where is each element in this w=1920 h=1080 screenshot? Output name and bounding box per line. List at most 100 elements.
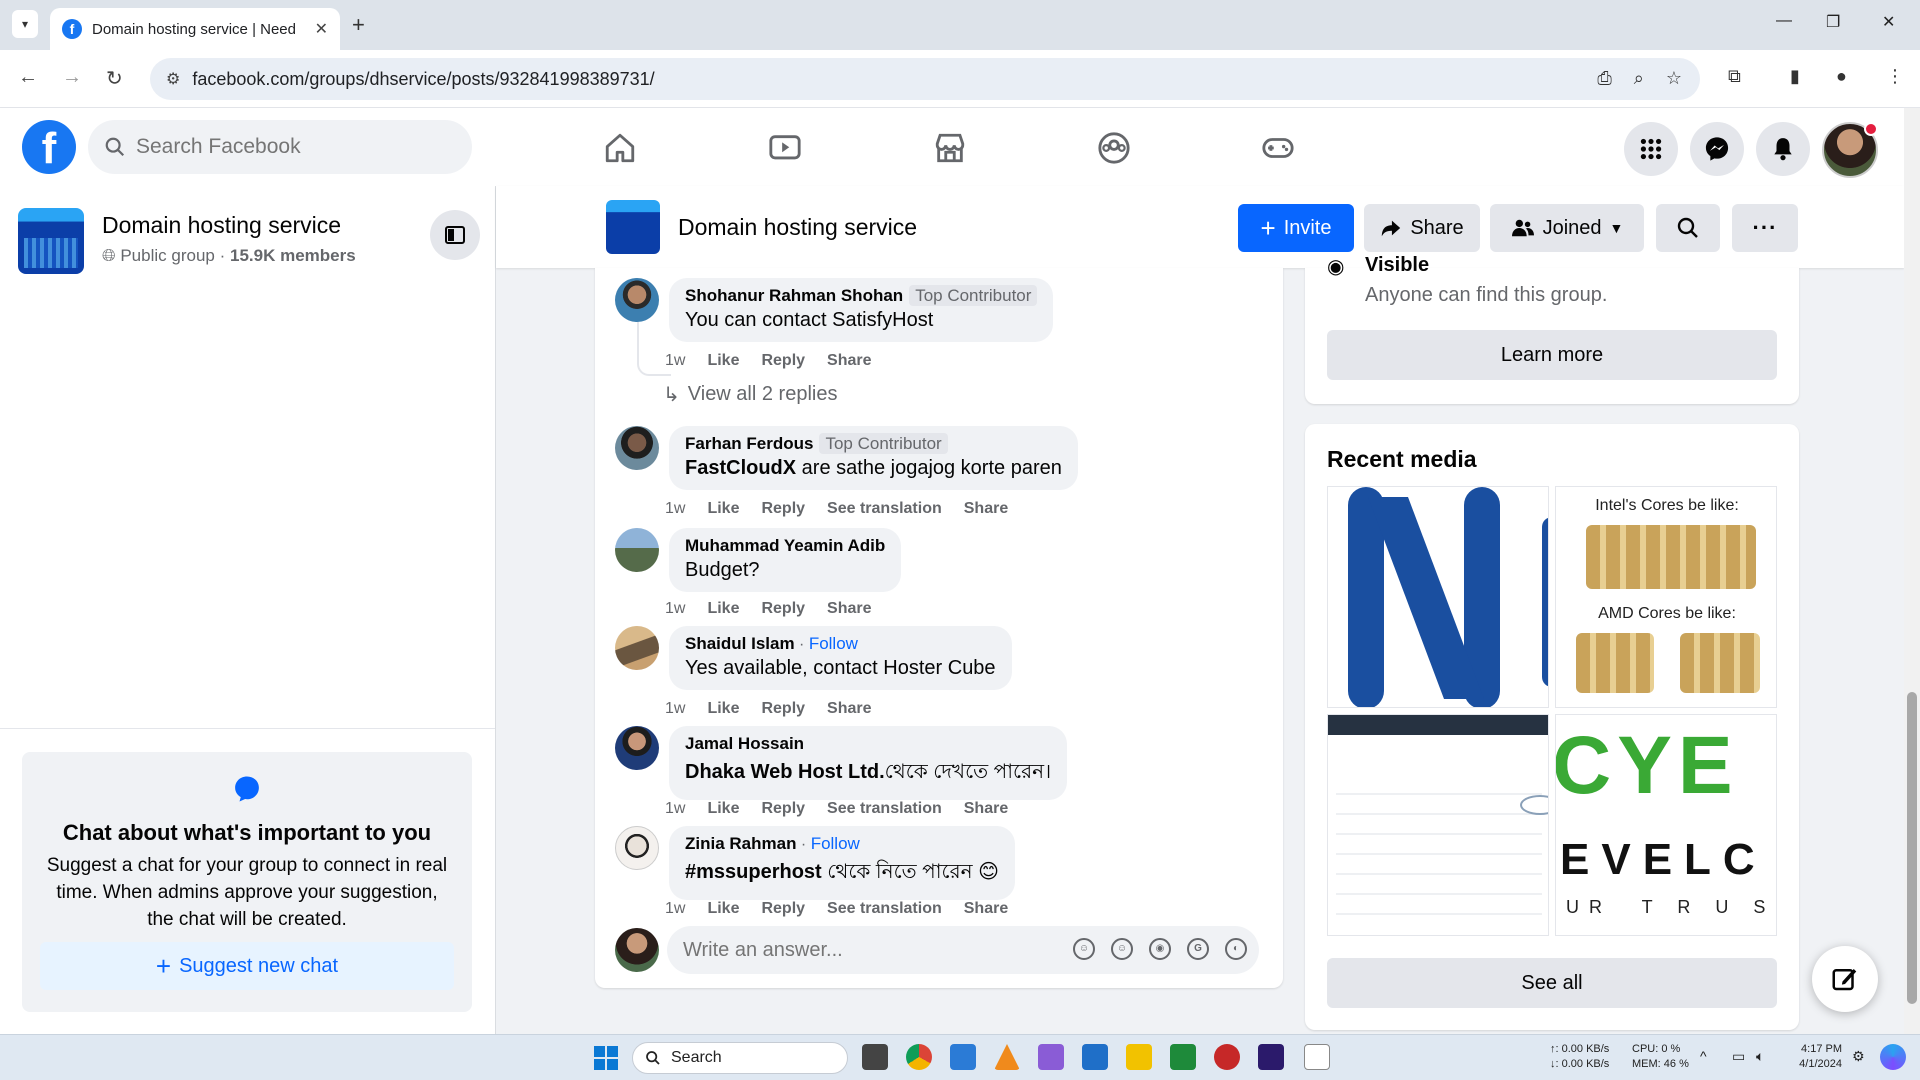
current-user-avatar[interactable] [615,928,659,972]
clock-date[interactable]: 4/1/2024 [1786,1057,1842,1072]
reply-button[interactable]: Reply [761,800,805,818]
vscode-icon[interactable] [950,1044,976,1070]
browser-menu-icon[interactable]: ⋮ [1886,66,1904,87]
notifications-bell-icon[interactable] [1756,122,1810,176]
reply-button[interactable]: Reply [761,700,805,718]
view-replies-link[interactable]: ↳ View all 2 replies [663,382,837,407]
reply-button[interactable]: Reply [761,352,805,370]
write-answer-box[interactable]: ☺ ☺ ◉ G ◐ [667,926,1259,974]
back-icon[interactable]: ← [18,66,38,89]
group-members[interactable]: 15.9K members [230,246,356,265]
comment-time[interactable]: 1w [665,800,685,818]
commenter-avatar[interactable] [615,278,659,322]
comment-author[interactable]: Shaidul Islam [685,634,795,653]
comment-time[interactable]: 1w [665,700,685,718]
comment-author[interactable]: Muhammad Yeamin Adib [685,536,885,555]
invite-button[interactable]: + Invite [1238,204,1354,252]
commenter-avatar[interactable] [615,826,659,870]
facebook-logo-icon[interactable]: f [22,120,76,174]
see-translation-button[interactable]: See translation [827,900,942,918]
comment-time[interactable]: 1w [665,900,685,918]
joined-button[interactable]: Joined ▼ [1490,204,1644,252]
media-tile-4[interactable]: CYE EVELC UR T R U S [1555,714,1777,936]
video-icon[interactable] [765,128,805,168]
taskbar-search[interactable]: Search [632,1042,848,1074]
new-message-button[interactable] [1812,946,1878,1012]
profile-icon[interactable]: ● [1836,66,1847,87]
clock-time[interactable]: 4:17 PM [1792,1042,1842,1057]
see-translation-button[interactable]: See translation [827,500,942,518]
address-bar[interactable]: ⚙ facebook.com/groups/dhservice/posts/93… [150,58,1700,100]
see-translation-button[interactable]: See translation [827,800,942,818]
like-button[interactable]: Like [707,800,739,818]
comment-author[interactable]: Jamal Hossain [685,734,804,753]
media-tile-2[interactable]: Intel's Cores be like: AMD Cores be like… [1555,486,1777,708]
like-button[interactable]: Like [707,352,739,370]
bookmark-star-icon[interactable]: ☆ [1666,68,1682,89]
windows-start-icon[interactable] [594,1046,618,1070]
see-all-media-button[interactable]: See all [1327,958,1777,1008]
camera-icon[interactable]: ◉ [1149,938,1171,960]
marketplace-icon[interactable] [930,128,970,168]
reload-icon[interactable]: ↻ [106,66,123,91]
pen-app-icon[interactable] [1038,1044,1064,1070]
chrome-icon[interactable] [906,1044,932,1070]
sidebar-group-name[interactable]: Domain hosting service [102,212,341,239]
messenger-icon[interactable] [1690,122,1744,176]
sticker-icon[interactable]: ◐ [1225,938,1247,960]
emoji-icon[interactable]: ☺ [1111,938,1133,960]
group-thumbnail[interactable] [18,208,84,274]
gif-icon[interactable]: G [1187,938,1209,960]
share-button[interactable]: Share [827,700,871,718]
mentioned-page-link[interactable]: FastCloudX [685,457,796,479]
site-info-icon[interactable]: ⚙ [166,69,180,89]
new-tab-icon[interactable]: + [352,12,365,38]
comment-author[interactable]: Zinia Rahman [685,834,796,853]
reply-button[interactable]: Reply [761,500,805,518]
scrollbar-thumb[interactable] [1907,692,1917,1004]
like-button[interactable]: Like [707,900,739,918]
store-icon[interactable] [1082,1044,1108,1070]
follow-link[interactable]: Follow [809,634,858,653]
follow-link[interactable]: Follow [811,834,860,853]
share-button[interactable]: Share [964,900,1008,918]
settings-gear-icon[interactable]: ⚙ [1852,1049,1865,1064]
premiere-icon[interactable] [1258,1044,1284,1070]
minimize-icon[interactable]: — [1776,12,1792,30]
mentioned-page-link[interactable]: Dhaka Web Host Ltd. [685,761,885,783]
gaming-icon[interactable] [1258,128,1298,168]
learn-more-button[interactable]: Learn more [1327,330,1777,380]
sticky-notes-icon[interactable] [1126,1044,1152,1070]
tab-close-icon[interactable]: ✕ [315,19,328,39]
groups-icon[interactable] [1094,128,1134,168]
volume-icon[interactable]: 🔈︎ [1756,1049,1764,1064]
reply-button[interactable]: Reply [761,600,805,618]
commenter-avatar[interactable] [615,726,659,770]
write-answer-input[interactable] [683,938,1043,962]
commenter-avatar[interactable] [615,528,659,572]
menu-grid-icon[interactable] [1624,122,1678,176]
more-options-button[interactable]: ··· [1732,204,1798,252]
share-button[interactable]: Share [827,600,871,618]
notepad-icon[interactable] [1304,1044,1330,1070]
share-button[interactable]: Share [964,500,1008,518]
group-header-name[interactable]: Domain hosting service [678,214,917,241]
tab-list-chevron-icon[interactable]: ▾ [12,10,38,38]
like-button[interactable]: Like [707,700,739,718]
facebook-search[interactable] [88,120,472,174]
record-app-icon[interactable] [1214,1044,1240,1070]
page-scrollbar[interactable] [1904,108,1920,1034]
search-input[interactable] [136,135,436,159]
money-app-icon[interactable] [1170,1044,1196,1070]
browser-tab-active[interactable]: f Domain hosting service | Need ✕ [50,8,340,50]
install-app-icon[interactable]: ⎙ [1597,68,1611,89]
suggest-new-chat-button[interactable]: + Suggest new chat [40,942,454,990]
forward-icon[interactable]: → [62,66,82,89]
comment-time[interactable]: 1w [665,500,685,518]
share-button[interactable]: Share [964,800,1008,818]
hashtag-link[interactable]: #mssuperhost [685,861,822,883]
window-close-icon[interactable]: ✕ [1882,12,1895,32]
copilot-icon[interactable] [1880,1044,1906,1070]
vlc-icon[interactable] [994,1044,1020,1070]
avatar-sticker-icon[interactable]: ☺ [1073,938,1095,960]
